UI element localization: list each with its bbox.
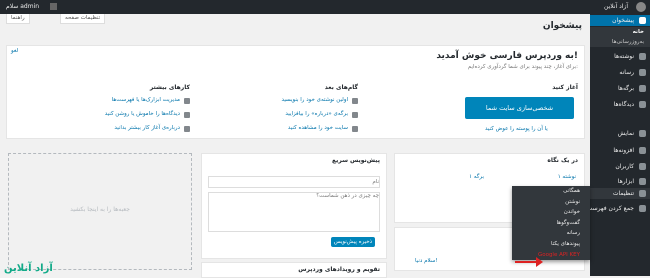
draft-content-textarea[interactable]: چه چیزی در ذهن شماست؟ bbox=[208, 192, 380, 232]
settings-permalinks[interactable]: پیوندهای یکتا bbox=[512, 239, 590, 250]
pin-icon bbox=[639, 53, 646, 60]
submenu-updates[interactable]: به‌روزرسانی‌ها bbox=[590, 37, 650, 47]
sidebar-item-dashboard[interactable]: پیشخوان bbox=[590, 15, 650, 26]
more-actions-heading: کارهای بیشتر bbox=[149, 84, 190, 91]
settings-media[interactable]: رسانه bbox=[512, 228, 590, 239]
sidebar-item-appearance[interactable]: نمایش bbox=[590, 128, 650, 139]
settings-icon bbox=[639, 190, 646, 197]
admin-bar: آزاد آنلاین سلام admin bbox=[0, 0, 650, 14]
settings-google-api-key[interactable]: Google API KEY bbox=[512, 250, 590, 261]
get-started-heading: آغاز کنید bbox=[552, 84, 578, 91]
welcome-title: به وردپرس فارسی خوش آمدید! bbox=[436, 51, 578, 61]
widgets-icon bbox=[184, 98, 190, 104]
tool-icon bbox=[639, 178, 646, 185]
help-tab[interactable]: راهنما bbox=[6, 14, 30, 24]
welcome-about: برای آغاز، چند پیوند برای شما گردآوری کر… bbox=[467, 64, 578, 70]
sidebar-item-pages[interactable]: برگه‌ها bbox=[590, 83, 650, 94]
learn-more-link[interactable]: درباره‌ی آغاز کار بیشتر بدانید bbox=[114, 125, 180, 131]
edit-icon bbox=[352, 98, 358, 104]
learn-icon bbox=[184, 126, 190, 132]
wordpress-icon[interactable] bbox=[636, 2, 646, 12]
brush-icon bbox=[639, 130, 646, 137]
comment-icon bbox=[639, 101, 646, 108]
settings-reading[interactable]: خواندن bbox=[512, 207, 590, 218]
events-title: تقویم و رویدادهای وردپرس bbox=[298, 266, 380, 273]
manage-widgets-link[interactable]: مدیریت ابزارک‌ها یا فهرست‌ها bbox=[112, 97, 180, 103]
settings-writing[interactable]: نوشتن bbox=[512, 197, 590, 208]
hello-world-link[interactable]: سلام دنیا! bbox=[415, 258, 438, 264]
collapse-icon bbox=[639, 205, 646, 212]
change-theme-link[interactable]: یا آن را پوسته را عوض کنید bbox=[485, 126, 548, 132]
howdy-account[interactable]: سلام admin bbox=[6, 3, 39, 10]
customize-site-button[interactable]: شخصی‌سازی سایت شما bbox=[465, 97, 574, 119]
media-icon bbox=[639, 69, 646, 76]
settings-discussion[interactable]: گفت‌وگوها bbox=[512, 218, 590, 229]
settings-general[interactable]: همگانی bbox=[512, 186, 590, 197]
sidebar-item-posts[interactable]: نوشته‌ها bbox=[590, 51, 650, 62]
posts-count-link[interactable]: ۱ نوشته bbox=[558, 174, 576, 180]
welcome-dismiss-link[interactable]: لغو bbox=[11, 48, 18, 54]
quick-draft-title: پیش‌نویس سریع bbox=[331, 157, 380, 164]
view-icon bbox=[352, 126, 358, 132]
sidebar-item-collapse[interactable]: جمع کردن فهرست bbox=[587, 203, 650, 214]
write-first-post-link[interactable]: اولین نوشته‌ی خود را بنویسید bbox=[282, 97, 348, 103]
pages-count-link[interactable]: ۱ برگه bbox=[469, 174, 484, 180]
red-arrow-annotation bbox=[515, 257, 543, 267]
add-about-page-link[interactable]: برگه‌ی «درباره» را بیافزایید bbox=[285, 111, 348, 117]
page-title: پیشخوان bbox=[542, 21, 582, 31]
sidebar-item-media[interactable]: رسانه bbox=[590, 67, 650, 78]
dashboard-icon bbox=[639, 17, 646, 24]
avatar[interactable] bbox=[50, 3, 57, 10]
comments-toggle-icon bbox=[184, 112, 190, 118]
drop-zone-label: جعبه‌ها را به اینجا بکشید bbox=[70, 206, 130, 213]
plugin-icon bbox=[639, 147, 646, 154]
drop-zone: جعبه‌ها را به اینجا بکشید bbox=[8, 153, 192, 270]
azad-logo: آزاد آنلاین bbox=[4, 263, 53, 274]
admin-sidebar: پیشخوان خانه به‌روزرسانی‌ها نوشته‌ها رسا… bbox=[587, 14, 650, 276]
sidebar-item-tools[interactable]: ابزارها bbox=[590, 176, 650, 187]
welcome-panel: لغو به وردپرس فارسی خوش آمدید! برای آغاز… bbox=[6, 45, 585, 139]
dashboard-submenu: خانه به‌روزرسانی‌ها bbox=[590, 27, 650, 47]
screen-options-tab[interactable]: تنظیمات صفحه bbox=[60, 14, 106, 24]
sidebar-item-plugins[interactable]: افزونه‌ها bbox=[590, 145, 650, 156]
user-icon bbox=[639, 163, 646, 170]
site-name-link[interactable]: آزاد آنلاین bbox=[604, 3, 628, 10]
view-site-link[interactable]: سایت خود را مشاهده کنید bbox=[288, 125, 348, 131]
page-icon bbox=[639, 85, 646, 92]
sidebar-item-comments[interactable]: دیدگاه‌ها bbox=[590, 99, 650, 110]
sidebar-item-users[interactable]: کاربران bbox=[590, 161, 650, 172]
draft-title-input[interactable]: نام bbox=[208, 176, 380, 188]
save-draft-button[interactable]: ذخیره پیش‌نویس bbox=[331, 237, 375, 247]
next-steps-heading: گام‌های بعد bbox=[324, 84, 358, 91]
plus-icon bbox=[352, 112, 358, 118]
settings-flyout-menu: همگانی نوشتن خواندن گفت‌وگوها رسانه پیون… bbox=[512, 186, 590, 261]
toggle-comments-link[interactable]: دیدگاه‌ها را خاموش یا روشن کنید bbox=[105, 111, 180, 117]
sidebar-item-settings[interactable]: تنظیمات bbox=[590, 188, 650, 199]
at-a-glance-title: در یک نگاه bbox=[547, 157, 578, 164]
submenu-home[interactable]: خانه bbox=[590, 27, 650, 37]
